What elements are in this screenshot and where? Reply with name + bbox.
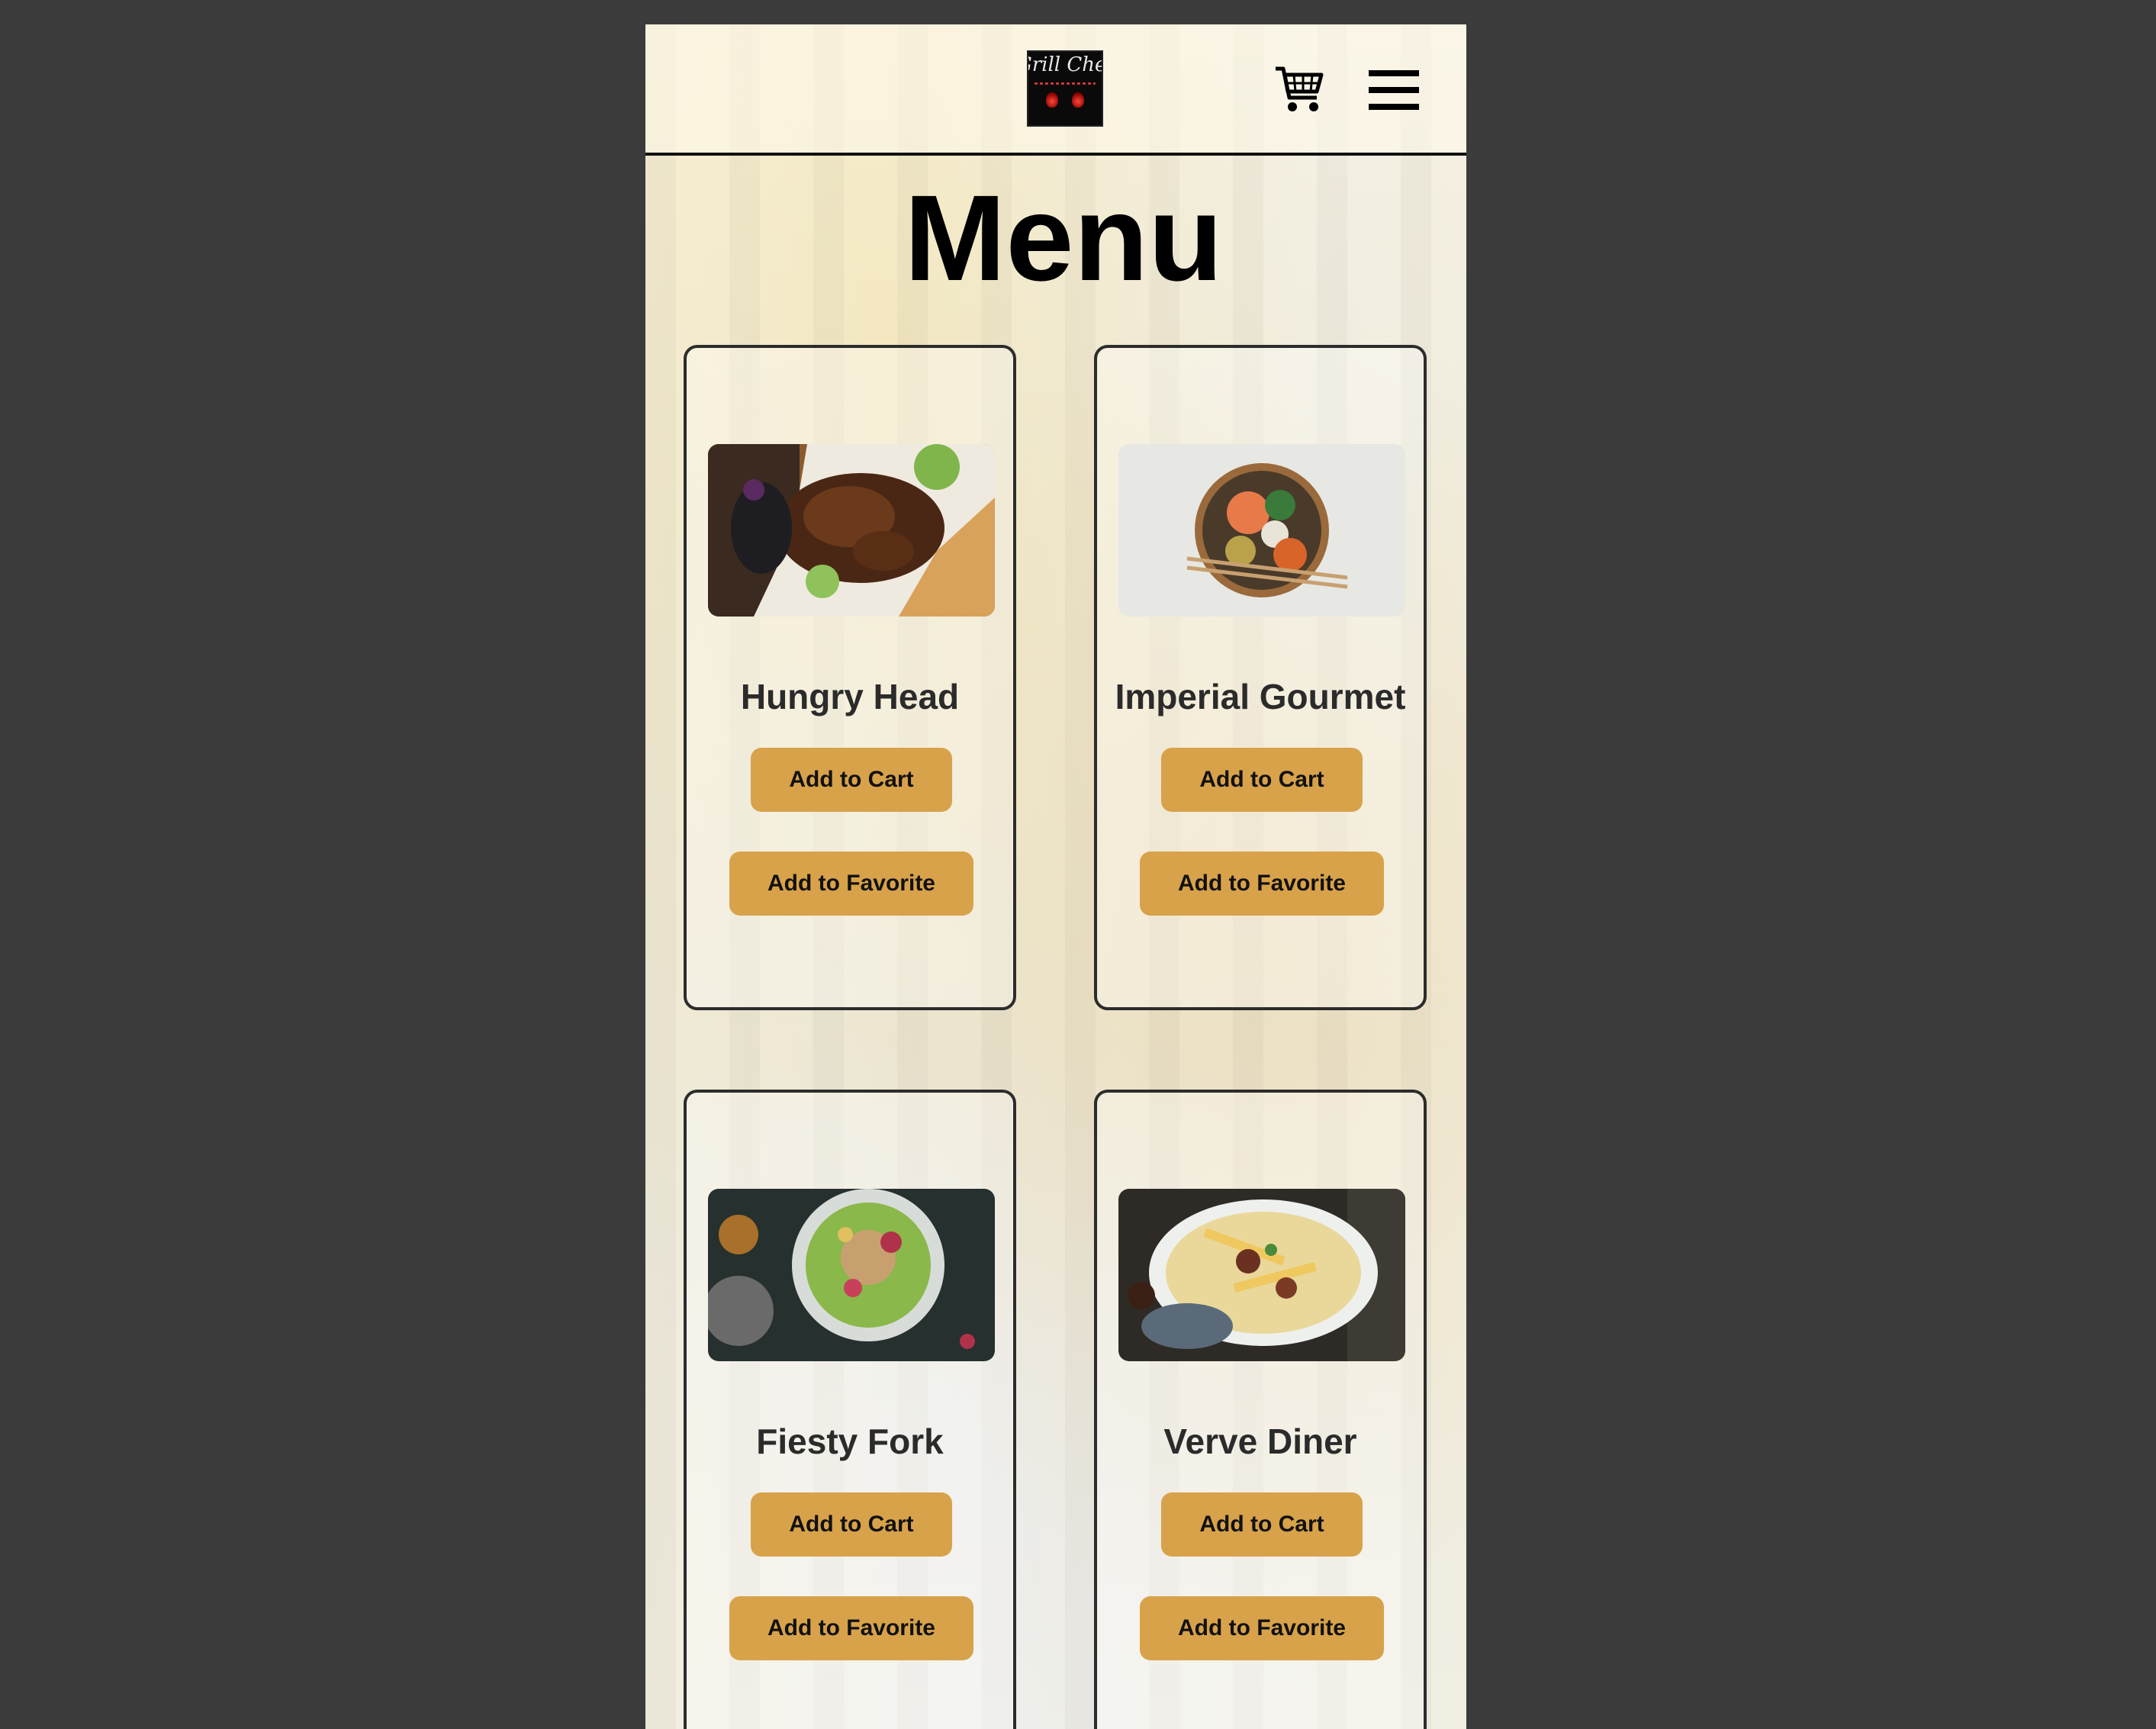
menu-item-name: Verve Diner — [1163, 1422, 1357, 1461]
logo-tagline-mark — [1035, 82, 1096, 85]
add-to-favorite-button[interactable]: Add to Favorite — [729, 1596, 973, 1660]
grill-chef-logo[interactable]: Grill Chef — [1027, 50, 1103, 127]
flame-icon — [1046, 92, 1058, 108]
add-to-favorite-button[interactable]: Add to Favorite — [1140, 852, 1384, 916]
menu-item-card: Fiesty Fork Add to Cart Add to Favorite — [684, 1090, 1016, 1729]
logo-flames — [1046, 92, 1084, 108]
menu-item-name: Hungry Head — [740, 677, 960, 716]
add-to-favorite-button[interactable]: Add to Favorite — [1140, 1596, 1384, 1660]
add-to-cart-button[interactable]: Add to Cart — [751, 748, 952, 812]
flame-icon — [1072, 92, 1084, 108]
menu-item-card: Hungry Head Add to Cart Add to Favorite — [684, 345, 1016, 1010]
menu-item-card: Imperial Gourmet Add to Cart Add to Favo… — [1094, 345, 1427, 1010]
hamburger-menu-icon[interactable] — [1369, 70, 1419, 110]
menu-item-name: Imperial Gourmet — [1115, 677, 1406, 716]
add-to-cart-button[interactable]: Add to Cart — [751, 1492, 952, 1557]
cart-icon[interactable] — [1273, 63, 1326, 116]
top-header: Grill Chef — [645, 24, 1466, 156]
menu-item-card: Verve Diner Add to Cart Add to Favorite — [1094, 1090, 1427, 1729]
add-to-cart-button[interactable]: Add to Cart — [1161, 1492, 1363, 1557]
grilled-meat-plate-photo — [708, 444, 995, 617]
add-to-favorite-button[interactable]: Add to Favorite — [729, 852, 973, 916]
app-viewport: Grill Chef Menu — [645, 24, 1466, 1729]
green-salad-plate-photo — [708, 1189, 995, 1361]
menu-item-name: Fiesty Fork — [756, 1422, 944, 1461]
salmon-poke-bowl-photo — [1118, 444, 1405, 617]
page-title: Menu — [904, 169, 1223, 306]
loaded-fries-platter-photo — [1118, 1189, 1405, 1361]
add-to-cart-button[interactable]: Add to Cart — [1161, 748, 1363, 812]
logo-brand-text: Grill Chef — [1028, 53, 1102, 76]
